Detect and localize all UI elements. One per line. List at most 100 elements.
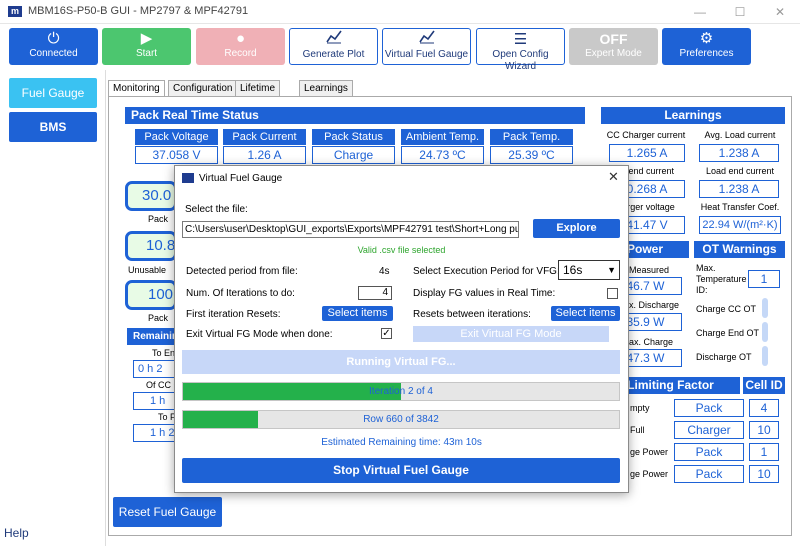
pack-current-label: Pack Current — [223, 129, 306, 145]
execution-period-value: 16s — [563, 263, 583, 277]
tab-learnings-backup[interactable]: Learnings Backup — [299, 80, 353, 109]
discharge-ot-warning-icon — [762, 346, 768, 366]
pack-soh-gauge-label: Pack — [148, 313, 169, 323]
limit-full-cell: 10 — [749, 421, 779, 439]
open-config-wizard-button[interactable]: ☰ Open Config Wizard — [476, 28, 565, 72]
pack-status-label: Pack Status — [312, 129, 395, 145]
to-empty-value: 0 h 2 — [133, 360, 177, 378]
tab-lifetime-log[interactable]: Lifetime Log — [235, 80, 281, 109]
limit-charge-power-label: ge Power — [630, 469, 669, 479]
sidebar-item-fuel-gauge[interactable]: Fuel Gauge — [9, 78, 97, 108]
expert-mode-button[interactable]: OFF Expert Mode — [569, 28, 658, 65]
valid-file-message: Valid .csv file selected — [357, 245, 446, 255]
exit-vfg-label: Exit Virtual FG Mode when done: — [186, 329, 333, 340]
open-config-wizard-label: Open Config Wizard — [492, 49, 549, 72]
explore-button[interactable]: Explore — [533, 219, 620, 238]
cc-charger-current-label: CC Charger current — [606, 130, 686, 140]
max-temperature-id-value: 1 — [748, 270, 780, 288]
record-label: Record — [224, 48, 257, 59]
row-progress-bar: Row 660 of 3842 — [182, 410, 620, 429]
generate-plot-button[interactable]: Generate Plot — [289, 28, 378, 65]
limit-full-factor: Charger — [674, 421, 744, 439]
line-chart-icon — [383, 29, 470, 49]
iteration-progress-text: Iteration 2 of 4 — [369, 386, 433, 397]
measured-power-label: Measured — [629, 265, 670, 275]
limit-discharge-power-cell: 1 — [749, 443, 779, 461]
iteration-progress-bar: Iteration 2 of 4 — [182, 382, 620, 401]
display-realtime-checkbox[interactable] — [607, 288, 618, 299]
pack-current-value: 1.26 A — [223, 146, 306, 164]
charge-end-ot-label: Charge End OT — [696, 328, 760, 338]
max-discharge-power-label: x. Discharge — [629, 300, 680, 310]
tab-configuration[interactable]: Configuration — [168, 80, 238, 96]
to-full-label: To F — [158, 412, 176, 422]
cell-id-header: Cell ID — [743, 377, 785, 394]
charge-cc-ot-warning-icon — [762, 298, 768, 318]
pack-temp-label: Pack Temp. — [490, 129, 573, 145]
row-progress-text: Row 660 of 3842 — [363, 414, 439, 425]
close-window-button[interactable]: ✕ — [760, 0, 800, 24]
to-full-value: 1 h 2 — [133, 424, 177, 442]
limit-discharge-power-factor: Pack — [674, 443, 744, 461]
iterations-input[interactable]: 4 — [358, 286, 392, 300]
file-path-input[interactable]: C:\Users\user\Desktop\GUI_exports\Export… — [182, 221, 519, 238]
preferences-label: Preferences — [679, 48, 734, 59]
tab-monitoring[interactable]: Monitoring — [108, 80, 165, 97]
charge-cc-ot-label: Charge CC OT — [696, 304, 757, 314]
pack-temp-value: 25.39 ºC — [490, 146, 573, 164]
limit-discharge-power-label: ge Power — [630, 447, 669, 457]
discharge-ot-label: Discharge OT — [696, 352, 752, 362]
detected-period-label: Detected period from file: — [186, 266, 298, 277]
sidebar-item-bms[interactable]: BMS — [9, 112, 97, 142]
execution-period-label: Select Execution Period for VFG: — [413, 266, 560, 277]
limit-empty-factor: Pack — [674, 399, 744, 417]
dialog-logo-icon — [182, 173, 194, 183]
remaining-header: Remainin — [127, 328, 178, 345]
reset-fuel-gauge-button[interactable]: Reset Fuel Gauge — [113, 497, 222, 527]
record-icon: ● — [235, 30, 246, 47]
generate-plot-label: Generate Plot — [302, 49, 365, 60]
minimize-button[interactable]: — — [680, 0, 720, 24]
soc-gauge: 30.0 — [125, 181, 177, 211]
dialog-title: Virtual Fuel Gauge — [199, 173, 283, 184]
display-realtime-label: Display FG values in Real Time: — [413, 288, 556, 299]
exit-vfg-button[interactable]: Exit Virtual FG Mode — [413, 326, 609, 342]
help-link[interactable]: Help — [4, 526, 29, 540]
unusable-gauge: 10.8 — [125, 231, 177, 261]
load-end-current-value: 1.238 A — [699, 180, 779, 198]
preferences-button[interactable]: ⚙ Preferences — [662, 28, 751, 65]
pack-voltage-label: Pack Voltage — [135, 129, 218, 145]
limit-empty-cell: 4 — [749, 399, 779, 417]
avg-load-current-value: 1.238 A — [699, 144, 779, 162]
start-button[interactable]: ▶ Start — [102, 28, 191, 65]
list-icon: ☰ — [513, 31, 528, 48]
load-end-current-label: Load end current — [705, 166, 775, 176]
estimated-remaining-time: Estimated Remaining time: 43m 10s — [321, 437, 482, 448]
play-icon: ▶ — [140, 30, 153, 47]
select-file-label: Select the file: — [185, 204, 248, 215]
execution-period-select[interactable]: 16s ▼ — [558, 260, 620, 280]
first-iteration-select-items-button[interactable]: Select items — [322, 306, 393, 321]
ambient-temp-value: 24.73 ºC — [401, 146, 484, 164]
max-temperature-id-label: Max. Temperature ID: — [696, 263, 747, 295]
between-iterations-select-items-button[interactable]: Select items — [551, 306, 620, 321]
title-bar: m MBM16S-P50-B GUI - MP2797 & MPF42791 —… — [0, 0, 800, 24]
limit-charge-power-cell: 10 — [749, 465, 779, 483]
first-iteration-resets-label: First iteration Resets: — [186, 309, 281, 320]
pack-soh-gauge: 100 — [125, 280, 177, 310]
connected-label: Connected — [29, 48, 78, 59]
maximize-button[interactable]: ☐ — [720, 0, 760, 24]
virtual-fuel-gauge-button[interactable]: Virtual Fuel Gauge — [382, 28, 471, 65]
cc-charger-current-value: 1.265 A — [609, 144, 685, 162]
expert-mode-state: OFF — [599, 31, 628, 47]
record-button[interactable]: ● Record — [196, 28, 285, 65]
detected-period-value: 4s — [379, 266, 390, 277]
connected-button[interactable]: ⏻ Connected — [9, 28, 98, 65]
app-logo-icon: m — [8, 6, 22, 17]
soc-gauge-label: Pack — [148, 214, 169, 224]
exit-vfg-checkbox[interactable]: ✓ — [381, 328, 392, 339]
avg-load-current-label: Avg. Load current — [704, 130, 776, 140]
power-icon: ⏻ — [47, 30, 60, 47]
stop-virtual-fuel-gauge-button[interactable]: Stop Virtual Fuel Gauge — [182, 458, 620, 483]
dialog-close-button[interactable]: ✕ — [608, 169, 619, 185]
